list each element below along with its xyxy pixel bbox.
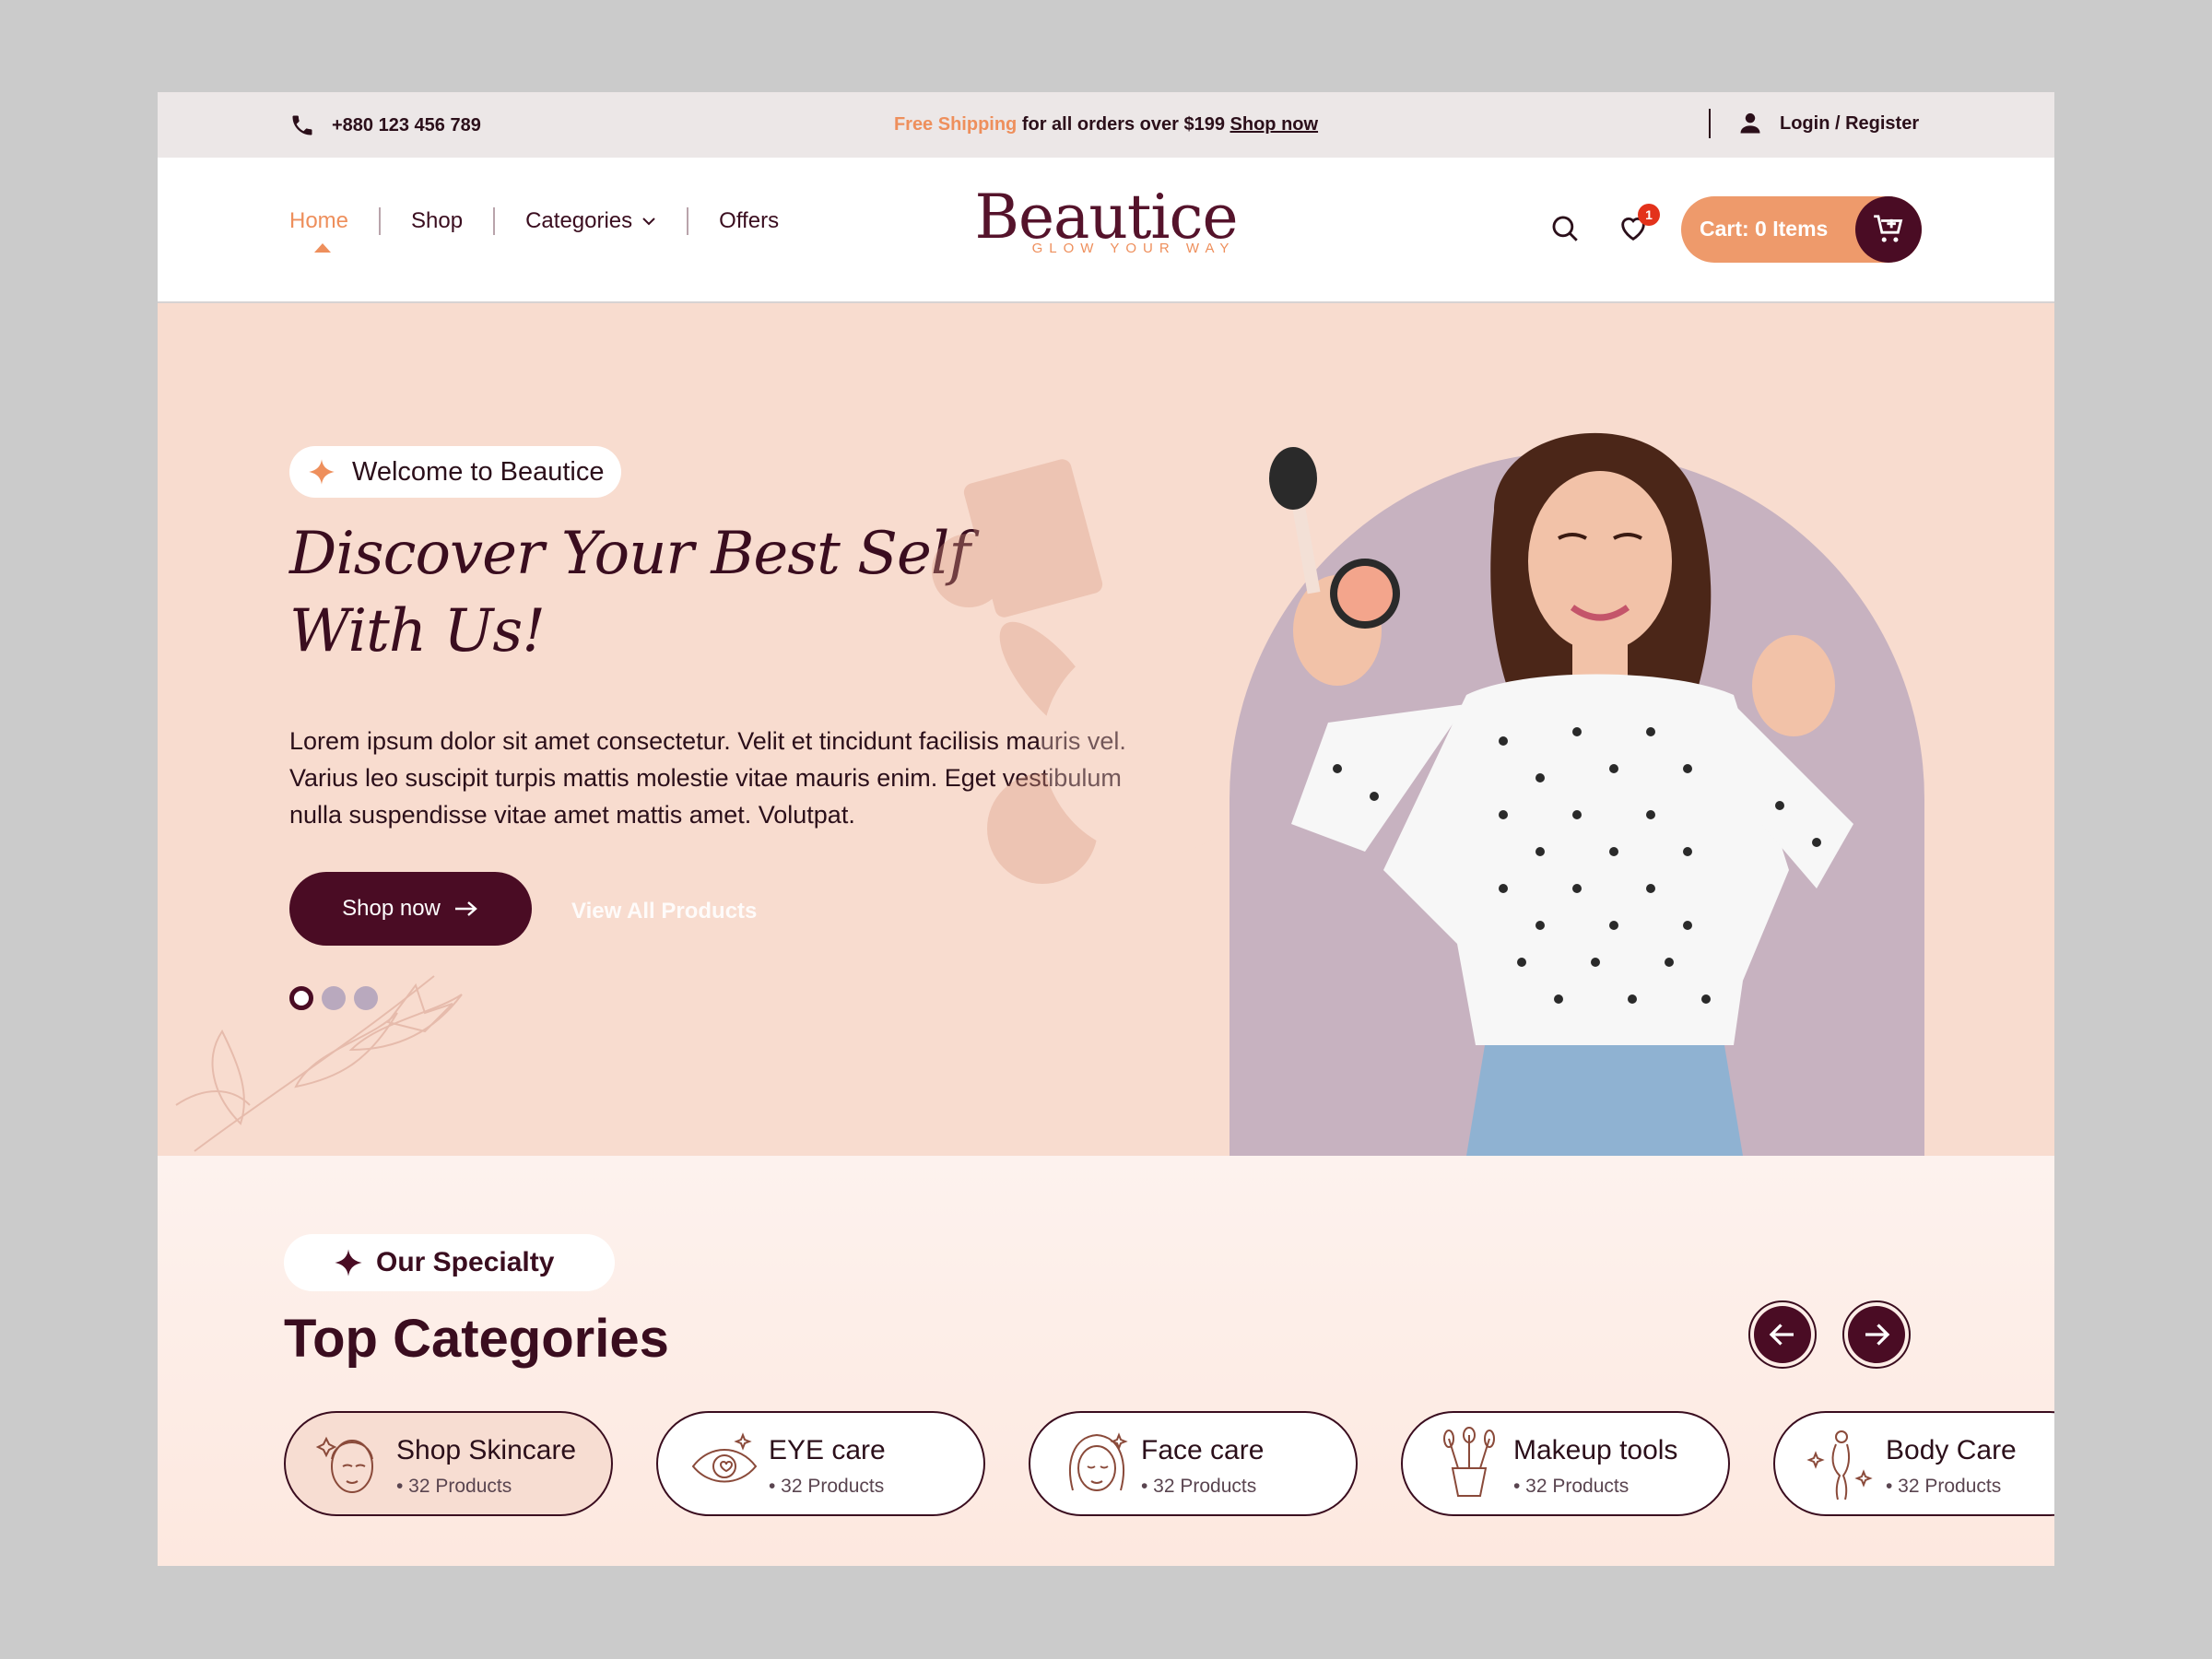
brand-logo[interactable]: Beautice GLOW YOUR WAY: [972, 182, 1240, 257]
category-card-body-care[interactable]: Body Care • 32 Products: [1773, 1411, 2054, 1516]
free-shipping-label: Free Shipping: [893, 114, 1018, 135]
site-header: Home Shop Categories Offers Beautice GLO…: [158, 158, 2054, 303]
main-nav: Home Shop Categories Offers: [289, 207, 779, 253]
category-count: • 32 Products: [769, 1476, 885, 1497]
slider-dots: [289, 986, 378, 1010]
slider-dot[interactable]: [354, 986, 378, 1010]
nav-categories[interactable]: Categories: [525, 208, 656, 234]
arrow-right-icon: [454, 901, 477, 916]
nav-offers[interactable]: Offers: [719, 208, 779, 234]
active-indicator: [314, 243, 331, 253]
shop-now-button[interactable]: Shop now: [289, 872, 532, 946]
category-count: • 32 Products: [1886, 1476, 2002, 1497]
nav-divider: [493, 207, 496, 235]
category-count: • 32 Products: [396, 1476, 512, 1497]
shipping-shop-now-link[interactable]: Shop now: [1230, 114, 1319, 135]
carousel-prev-button[interactable]: [1748, 1300, 1817, 1369]
wishlist-button[interactable]: 1: [1618, 204, 1660, 249]
category-name: Face care: [1141, 1435, 1265, 1465]
cart-icon-circle: [1855, 196, 1922, 263]
cart-icon: [1874, 215, 1903, 242]
categories-section: Our Specialty Top Categories Shop Skinca…: [158, 1156, 2054, 1566]
specialty-pill: Our Specialty: [284, 1234, 615, 1291]
category-list: Shop Skincare • 32 Products EYE care • 3…: [284, 1411, 2054, 1516]
slider-dot-active[interactable]: [289, 986, 313, 1010]
shipping-text: for all orders over $199: [1017, 114, 1230, 135]
brand-name: Beautice: [974, 182, 1238, 253]
browser-page: +880 123 456 789 Free Shipping for all o…: [158, 92, 2054, 1566]
hero-title: Discover Your Best Self With Us!: [289, 515, 990, 670]
category-card-face-care[interactable]: Face care • 32 Products: [1029, 1411, 1358, 1516]
cart-label: Cart: 0 Items: [1700, 217, 1829, 241]
sparkle-icon: [335, 1249, 362, 1277]
slider-dot[interactable]: [322, 986, 346, 1010]
sparkle-icon: [309, 459, 335, 485]
shop-now-label: Shop now: [342, 896, 441, 921]
hero-title-line1: Discover Your Best Self: [289, 520, 971, 588]
hero-title-line2: With Us!: [289, 597, 546, 665]
wishlist-count-badge: 1: [1638, 204, 1660, 226]
search-icon[interactable]: [1549, 213, 1581, 244]
carousel-controls: [1748, 1300, 1911, 1369]
skincare-face-icon: [315, 1436, 373, 1493]
model-photo: [1269, 432, 1853, 1156]
category-name: EYE care: [769, 1435, 886, 1465]
nav-divider: [687, 207, 689, 235]
welcome-pill: Welcome to Beautice: [289, 446, 621, 498]
category-card-eye-care[interactable]: EYE care • 32 Products: [656, 1411, 985, 1516]
chevron-down-icon: [642, 218, 655, 226]
category-count: • 32 Products: [1141, 1476, 1257, 1497]
category-card-makeup-tools[interactable]: Makeup tools • 32 Products: [1401, 1411, 1730, 1516]
floral-illustration: [175, 975, 463, 1152]
nav-shop[interactable]: Shop: [411, 208, 463, 234]
top-bar: +880 123 456 789 Free Shipping for all o…: [158, 92, 2054, 158]
nav-categories-label: Categories: [525, 208, 633, 233]
nav-divider: [379, 207, 382, 235]
login-register-link[interactable]: Login / Register: [1737, 111, 1919, 136]
nav-offers-label: Offers: [719, 208, 780, 233]
cart-button[interactable]: Cart: 0 Items: [1681, 196, 1922, 263]
arrow-right-icon: [1865, 1324, 1890, 1346]
carousel-next-button[interactable]: [1842, 1300, 1911, 1369]
category-name: Makeup tools: [1513, 1435, 1678, 1465]
topbar-divider: [1709, 109, 1711, 138]
specialty-label: Our Specialty: [376, 1247, 555, 1277]
section-title: Top Categories: [284, 1309, 669, 1369]
hero-section: Welcome to Beautice Discover Your Best S…: [158, 303, 2054, 1156]
face-icon: [1069, 1432, 1128, 1491]
view-all-products-link[interactable]: View All Products: [571, 899, 757, 924]
category-card-skincare[interactable]: Shop Skincare • 32 Products: [284, 1411, 613, 1516]
category-name: Body Care: [1886, 1435, 2017, 1465]
makeup-brushes-icon: [1443, 1427, 1495, 1497]
nav-home-label: Home: [289, 208, 349, 233]
nav-home[interactable]: Home: [289, 208, 349, 253]
user-icon: [1740, 112, 1760, 134]
arrow-left-icon: [1769, 1324, 1794, 1346]
welcome-text: Welcome to Beautice: [352, 456, 605, 487]
category-name: Shop Skincare: [396, 1435, 577, 1465]
eye-icon: [691, 1432, 758, 1483]
category-count: • 32 Products: [1513, 1476, 1630, 1497]
body-icon: [1806, 1430, 1873, 1500]
login-label: Login / Register: [1780, 112, 1920, 134]
nav-shop-label: Shop: [411, 208, 464, 233]
header-actions: 1: [1549, 204, 1660, 249]
